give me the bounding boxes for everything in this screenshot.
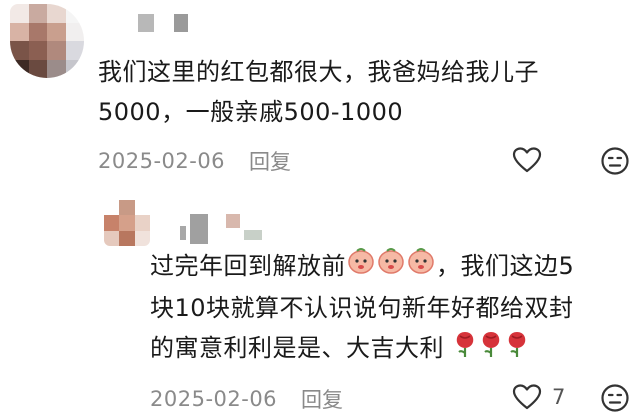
reply-button[interactable]: 回复 xyxy=(249,146,291,176)
heart-outline-icon xyxy=(512,147,542,173)
rose-emoji xyxy=(504,328,530,370)
commenter-name[interactable] xyxy=(138,14,188,32)
commenter-avatar[interactable] xyxy=(10,4,84,78)
reply-user-name[interactable] xyxy=(162,214,262,244)
comment-text-line: 5000，一般亲戚500-1000 xyxy=(98,98,404,126)
dislike-button[interactable] xyxy=(600,146,630,176)
reply-dislike-button[interactable] xyxy=(600,383,630,413)
reply-meta: 2025-02-06 回复 xyxy=(150,384,343,414)
comment-date: 2025-02-06 xyxy=(98,149,226,173)
meh-face-icon xyxy=(601,384,629,412)
heart-outline-icon xyxy=(512,384,542,410)
like-count: 7 xyxy=(552,385,566,409)
comment-meta: 2025-02-06 回复 xyxy=(98,146,291,176)
rose-emoji xyxy=(478,328,504,370)
peach-face-emoji xyxy=(406,246,436,288)
comment-text-line: 我们这里的红包都很大，我爸妈给我儿子 xyxy=(98,58,539,86)
reply-text-segment: 的寓意利利是是、大吉大利 xyxy=(150,334,444,362)
peach-face-emoji xyxy=(346,246,376,288)
reply-text-segment: ，我们这边5 xyxy=(436,252,575,280)
reply-like-button[interactable]: 7 xyxy=(512,383,565,411)
like-button[interactable] xyxy=(512,146,542,174)
reply-button[interactable]: 回复 xyxy=(301,384,343,414)
reply-text: 过完年回到解放前 ，我们这边5 块10块就算不认识说句新年好都给双封 的寓意利利… xyxy=(150,246,574,370)
reply-date: 2025-02-06 xyxy=(150,387,278,411)
comment-text: 我们这里的红包都很大，我爸妈给我儿子 5000，一般亲戚500-1000 xyxy=(98,52,539,132)
reply-text-line: 过完年回到解放前 ，我们这边5 xyxy=(150,246,574,288)
rose-emoji xyxy=(452,328,478,370)
peach-face-emoji xyxy=(376,246,406,288)
reply-text-line: 块10块就算不认识说句新年好都给双封 xyxy=(150,294,574,322)
reply-text-line: 的寓意利利是是、大吉大利 xyxy=(150,328,574,370)
meh-face-icon xyxy=(601,147,629,175)
reply-text-segment: 过完年回到解放前 xyxy=(150,252,346,280)
reply-avatar[interactable] xyxy=(104,200,150,246)
